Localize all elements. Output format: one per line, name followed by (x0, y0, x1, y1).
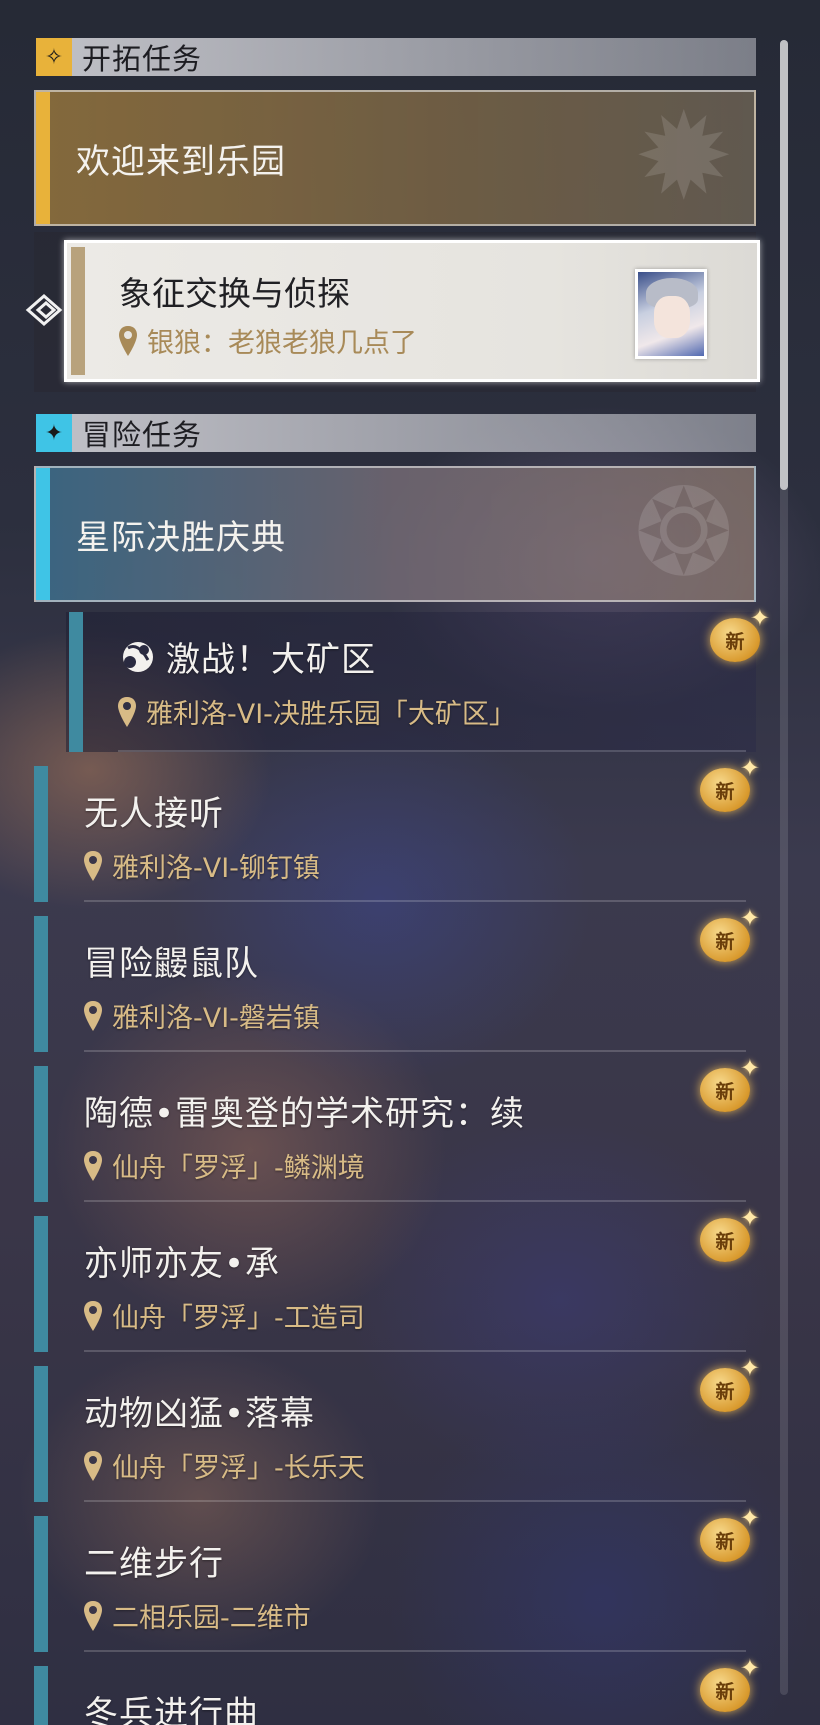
sparkle-icon: ✦ (739, 754, 760, 782)
emblem-icon: ❂ (633, 466, 734, 602)
quest-location-text: 银狼：老狼老狼几点了 (147, 328, 417, 359)
quest-location-text: 仙舟「罗浮」-鳞渊境 (112, 1153, 365, 1184)
trailblaze-section-header: ✧ 开拓任务 (36, 38, 756, 76)
quest-title: 动物凶猛•落幕 (84, 1394, 316, 1434)
sparkle-icon: ✦ (739, 1204, 760, 1232)
new-badge: 新 ✦ (694, 754, 760, 814)
scrollbar[interactable] (780, 40, 788, 1695)
map-pin-icon (84, 1300, 102, 1331)
quest-row[interactable]: 无人接听 雅利洛-VI-铆钉镇 (34, 766, 756, 902)
new-badge: 新 ✦ (694, 1054, 760, 1114)
new-badge: 新 ✦ (694, 1204, 760, 1264)
map-pin-icon (84, 1000, 102, 1031)
divider (84, 1350, 746, 1352)
quest-title: 冒险鼹鼠队 (84, 944, 259, 984)
card-accent (34, 766, 48, 902)
quest-row[interactable]: 冬兵进行曲 (34, 1666, 756, 1725)
quest-location: 雅利洛-VI-磐岩镇 (84, 996, 320, 1035)
sparkle-icon: ✦ (739, 1504, 760, 1532)
character-avatar (635, 269, 707, 359)
quest-location: 雅利洛-VI-决胜乐园「大矿区」 (118, 692, 516, 731)
card-accent (34, 1516, 48, 1652)
divider (84, 1650, 746, 1652)
sparkle-icon: ✦ (739, 904, 760, 932)
new-badge: 新 ✦ (694, 1504, 760, 1564)
quest-title: 亦师亦友•承 (84, 1244, 281, 1284)
new-badge: 新 ✦ (694, 1354, 760, 1414)
map-pin-icon (84, 850, 102, 881)
map-pin-icon (84, 1150, 102, 1181)
quest-card-main-trailblaze[interactable]: 欢迎来到乐园 ✹ (34, 90, 756, 226)
quest-row[interactable]: 陶德•雷奥登的学术研究：续 仙舟「罗浮」-鳞渊境 (34, 1066, 756, 1202)
quest-location: 雅利洛-VI-铆钉镇 (84, 846, 320, 885)
sparkle-icon: ✦ (739, 1054, 760, 1082)
divider (84, 1200, 746, 1202)
quest-location-text: 二相乐园-二维市 (112, 1603, 311, 1634)
quest-location: 仙舟「罗浮」-鳞渊境 (84, 1146, 365, 1185)
divider (84, 900, 746, 902)
quest-title: 二维步行 (84, 1544, 224, 1584)
quest-location: 仙舟「罗浮」-长乐天 (84, 1446, 365, 1485)
new-badge: 新 ✦ (694, 904, 760, 964)
quest-title: 陶德•雷奥登的学术研究：续 (84, 1094, 526, 1134)
quest-row[interactable]: 动物凶猛•落幕 仙舟「罗浮」-长乐天 (34, 1366, 756, 1502)
quest-row[interactable]: 亦师亦友•承 仙舟「罗浮」-工造司 (34, 1216, 756, 1352)
quest-title: 欢迎来到乐园 (76, 141, 286, 182)
card-accent (34, 1366, 48, 1502)
quest-title: 激战！大矿区 (118, 632, 376, 681)
quest-card-main-adventure[interactable]: 星际决胜庆典 ❂ (34, 466, 756, 602)
tracked-quest-card[interactable]: 象征交换与侦探 银狼：老狼老狼几点了 (64, 240, 760, 382)
sparkle-icon: ✦ (739, 1354, 760, 1382)
track-arrow-icon (24, 290, 64, 339)
card-accent (34, 916, 48, 1052)
card-accent (36, 468, 50, 600)
avatar-face (654, 296, 690, 338)
event-swirl-icon (118, 638, 158, 676)
new-badge: 新 ✦ (704, 604, 770, 664)
divider (118, 750, 746, 752)
quest-title: 无人接听 (84, 794, 224, 834)
quest-title: 星际决胜庆典 (76, 517, 286, 558)
sparkle-icon: ✦ (739, 1654, 760, 1682)
card-accent (34, 1216, 48, 1352)
map-pin-icon (118, 696, 136, 727)
sparkle-icon: ✦ (749, 604, 770, 632)
emblem-icon: ✹ (633, 90, 734, 226)
quest-title: 象征交换与侦探 (119, 274, 350, 313)
card-accent (69, 612, 83, 752)
quest-row[interactable]: 二维步行 二相乐园-二维市 (34, 1516, 756, 1652)
divider (84, 1050, 746, 1052)
quest-location-text: 雅利洛-VI-决胜乐园「大矿区」 (146, 699, 516, 730)
map-pin-icon (84, 1600, 102, 1631)
quest-location: 仙舟「罗浮」-工造司 (84, 1296, 365, 1335)
diamond-sparkle-icon: ✧ (36, 38, 72, 76)
quest-location: 二相乐园-二维市 (84, 1596, 311, 1635)
map-pin-icon (84, 1450, 102, 1481)
card-accent (34, 1666, 48, 1725)
quest-location-text: 雅利洛-VI-铆钉镇 (112, 853, 320, 884)
quest-location-text: 雅利洛-VI-磐岩镇 (112, 1003, 320, 1034)
quest-card-sub-adventure[interactable]: 激战！大矿区 雅利洛-VI-决胜乐园「大矿区」 (66, 612, 756, 752)
quest-row[interactable]: 冒险鼹鼠队 雅利洛-VI-磐岩镇 (34, 916, 756, 1052)
section-title: 冒险任务 (82, 418, 203, 452)
star-sparkle-icon: ✦ (36, 414, 72, 452)
scrollbar-thumb[interactable] (780, 40, 788, 490)
card-accent (71, 247, 85, 375)
map-pin-icon (119, 325, 137, 356)
quest-title: 冬兵进行曲 (84, 1694, 259, 1725)
adventure-section-header: ✦ 冒险任务 (36, 414, 756, 452)
divider (84, 1500, 746, 1502)
quest-title-text: 激战！大矿区 (166, 640, 376, 680)
card-accent (36, 92, 50, 224)
section-title: 开拓任务 (82, 42, 203, 76)
quest-location: 银狼：老狼老狼几点了 (119, 321, 417, 360)
new-badge: 新 ✦ (694, 1654, 760, 1714)
card-accent (34, 1066, 48, 1202)
quest-location-text: 仙舟「罗浮」-工造司 (112, 1303, 365, 1334)
quest-location-text: 仙舟「罗浮」-长乐天 (112, 1453, 365, 1484)
